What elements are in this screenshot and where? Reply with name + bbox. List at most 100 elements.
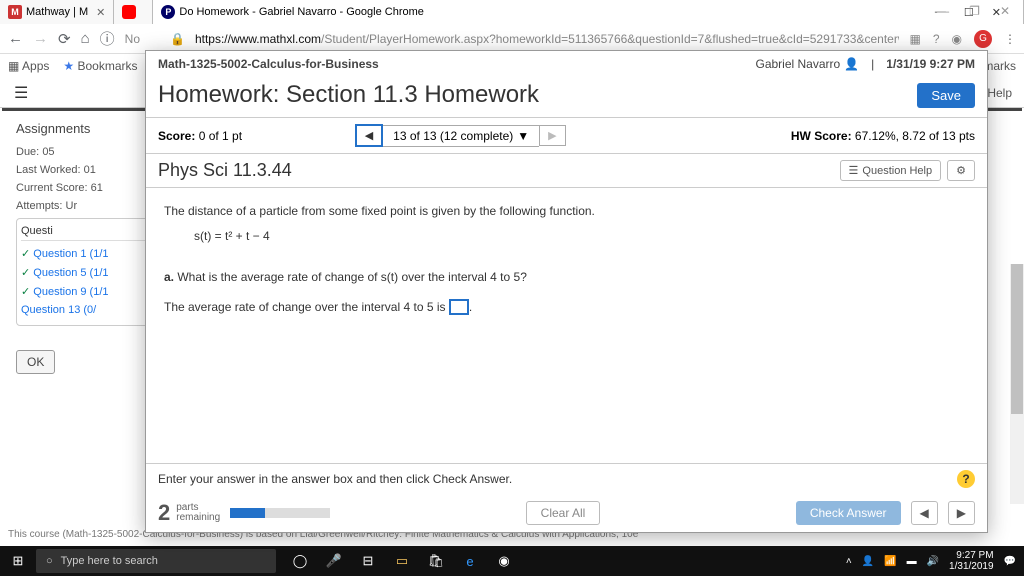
ok-button[interactable]: OK	[16, 350, 55, 374]
tray-chevron-icon[interactable]: ˄	[846, 556, 852, 567]
question-help-button[interactable]: ☰Question Help	[840, 160, 942, 181]
battery-icon[interactable]: ▬	[907, 556, 917, 567]
question-content: The distance of a particle from some fix…	[146, 188, 987, 331]
close-icon[interactable]: ✕	[96, 6, 105, 19]
assignments-heading: Assignments	[16, 121, 134, 136]
next-part-button[interactable]: ▶	[948, 501, 975, 525]
question-9-link[interactable]: Question 9 (1/1	[21, 282, 151, 301]
taskview-icon[interactable]: ⊟	[358, 551, 378, 571]
profile-icon[interactable]: G	[974, 30, 992, 48]
score-label: Score:	[158, 129, 195, 143]
bg-addr-stub: No	[125, 32, 140, 46]
answer-input[interactable]	[449, 299, 469, 315]
youtube-icon	[122, 5, 136, 19]
tab-mathway[interactable]: M Mathway | M ✕	[0, 0, 114, 24]
mathway-icon: M	[8, 5, 22, 19]
clock[interactable]: 9:27 PM 1/31/2019	[949, 550, 994, 572]
apps-icon[interactable]: ▦ Apps	[8, 59, 49, 73]
instruction-text: Enter your answer in the answer box and …	[158, 472, 512, 486]
prev-part-button[interactable]: ◀	[911, 501, 938, 525]
problem-statement: The distance of a particle from some fix…	[164, 202, 969, 221]
bookmarks-link[interactable]: ★ Bookmarks	[63, 59, 137, 73]
url-host: https://www.mathxl.com	[195, 32, 321, 46]
homework-popup: Math-1325-5002-Calculus-for-Business Gab…	[145, 50, 988, 533]
current-score-label: Current Score:	[16, 182, 88, 194]
store-icon[interactable]: 🛍	[426, 551, 446, 571]
chevron-down-icon[interactable]: ▼	[517, 129, 529, 143]
part-a-question: What is the average rate of change of s(…	[177, 270, 527, 284]
search-icon: ○	[46, 555, 53, 567]
due-label: Due:	[16, 146, 39, 158]
bg-minimize-icon: —	[937, 4, 949, 18]
wifi-icon[interactable]: 📶	[884, 556, 896, 567]
gear-icon: ⚙	[956, 164, 966, 177]
lock-icon[interactable]: 🔒	[170, 32, 185, 46]
home-icon[interactable]: ⌂	[81, 30, 90, 47]
homework-title: Homework: Section 11.3 Homework	[158, 81, 539, 109]
edge-icon[interactable]: e	[460, 551, 480, 571]
popup-footer: Enter your answer in the answer box and …	[146, 463, 987, 532]
save-button[interactable]: Save	[917, 83, 975, 108]
progress-bar	[230, 508, 330, 518]
score-value: 0 of 1 pt	[195, 129, 242, 143]
question-5-link[interactable]: Question 5 (1/1	[21, 263, 151, 282]
bg-close-icon: ✕	[1000, 4, 1010, 18]
datetime: 1/31/19 9:27 PM	[886, 57, 975, 71]
part-a-label: a.	[164, 270, 177, 284]
url-path: /Student/PlayerHomework.aspx?homeworkId=…	[321, 32, 899, 46]
sync-icon[interactable]: ◉	[952, 32, 962, 46]
question-list: Questi Question 1 (1/1 Question 5 (1/1 Q…	[16, 218, 156, 326]
menu-icon[interactable]: ⋮	[1004, 32, 1016, 46]
course-name: Math-1325-5002-Calculus-for-Business	[158, 57, 379, 71]
help-icon[interactable]: ?	[957, 470, 975, 488]
search-placeholder: Type here to search	[61, 555, 158, 567]
sidebar: Assignments Due: 05 Last Worked: 01 Curr…	[0, 111, 150, 384]
answer-prompt: The average rate of change over the inte…	[164, 300, 449, 314]
popup-title: Do Homework - Gabriel Navarro - Google C…	[179, 6, 424, 18]
pearson-icon: P	[161, 5, 175, 19]
hw-score-label: HW Score:	[791, 129, 852, 143]
question-list-header: Questi	[21, 225, 151, 241]
user-name: Gabriel Navarro	[755, 57, 840, 71]
last-worked-label: Last Worked:	[16, 164, 81, 176]
forward-icon[interactable]: →	[33, 30, 48, 47]
tab-label: Mathway | M	[26, 6, 88, 18]
tab-strip: M Mathway | M ✕ P Do Homework - Gabriel …	[0, 0, 1024, 24]
help-link[interactable]: Help	[987, 86, 1012, 100]
tab-youtube[interactable]	[114, 0, 153, 24]
mic-icon[interactable]: 🎤	[324, 551, 344, 571]
bg-maximize-icon: ❐	[969, 4, 980, 18]
tile-icon[interactable]: ▦	[909, 32, 920, 46]
check-answer-button[interactable]: Check Answer	[796, 501, 901, 525]
next-question-button[interactable]: ▶	[539, 125, 565, 146]
user-icon[interactable]: 👤	[844, 57, 859, 71]
back-icon[interactable]: ←	[8, 30, 23, 47]
explorer-icon[interactable]: ▭	[392, 551, 412, 571]
popup-title-bar: P Do Homework - Gabriel Navarro - Google…	[153, 0, 1024, 24]
question-position[interactable]: 13 of 13 (12 complete) ▼	[383, 125, 539, 147]
people-icon[interactable]: 👤	[862, 556, 874, 567]
parts-remaining: 2 partsremaining	[158, 500, 220, 526]
formula: s(t) = t² + t − 4	[164, 221, 969, 252]
question-13-link[interactable]: Question 13 (0/	[21, 301, 151, 319]
cortana-icon[interactable]: ◯	[290, 551, 310, 571]
volume-icon[interactable]: 🔊	[927, 556, 939, 567]
help-icon[interactable]: ?	[933, 32, 940, 46]
clear-all-button[interactable]: Clear All	[526, 501, 601, 525]
scrollbar-thumb[interactable]	[1011, 264, 1023, 414]
prev-question-button[interactable]: ◀	[355, 124, 383, 147]
settings-button[interactable]: ⚙	[947, 160, 975, 181]
attempts-label: Attempts:	[16, 200, 62, 212]
start-button[interactable]: ⊞	[0, 553, 36, 569]
hamburger-icon[interactable]: ☰	[14, 83, 28, 103]
chrome-icon[interactable]: ◉	[494, 551, 514, 571]
info-icon[interactable]: ⓘ	[100, 28, 115, 49]
question-1-link[interactable]: Question 1 (1/1	[21, 244, 151, 263]
reload-icon[interactable]: ⟳	[58, 30, 71, 48]
hw-score-value: 67.12%, 8.72 of 13 pts	[852, 129, 975, 143]
notifications-icon[interactable]: 💬	[1004, 556, 1016, 567]
taskbar-search[interactable]: ○ Type here to search	[36, 549, 276, 573]
problem-id: Phys Sci 11.3.44	[158, 160, 292, 181]
taskbar: ⊞ ○ Type here to search ◯ 🎤 ⊟ ▭ 🛍 e ◉ ˄ …	[0, 546, 1024, 576]
address-bar[interactable]: https://www.mathxl.com/Student/PlayerHom…	[195, 32, 900, 46]
